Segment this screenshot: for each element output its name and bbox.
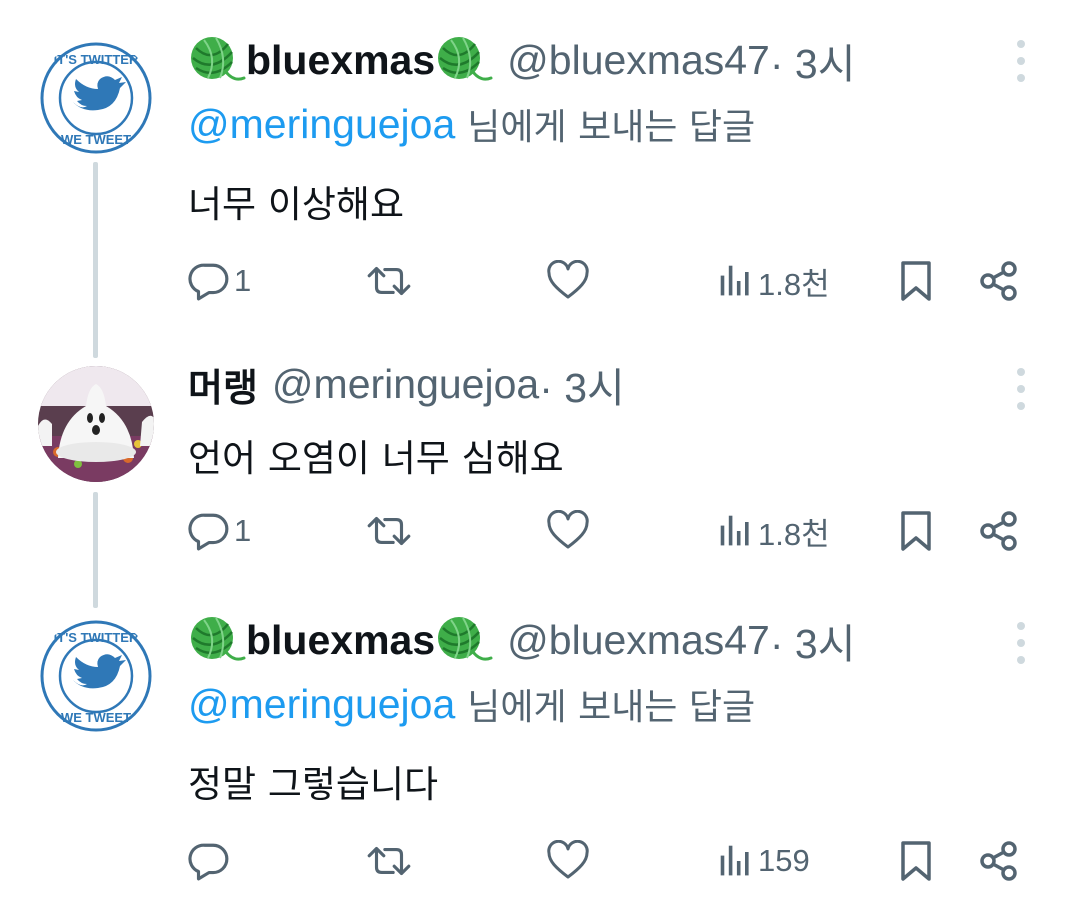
more-options-icon[interactable] (1006, 618, 1036, 668)
avatar[interactable] (38, 366, 154, 482)
yarn-ball-icon (188, 34, 246, 86)
bookmark-icon (899, 509, 933, 553)
tweet-text: 언어 오염이 너무 심해요 (188, 437, 564, 480)
heart-icon (546, 840, 590, 882)
like-button[interactable] (546, 836, 590, 886)
timestamp[interactable]: · 3시 (539, 354, 625, 414)
reply-button[interactable]: 1 (188, 256, 251, 306)
like-button[interactable] (546, 256, 590, 306)
more-options-icon[interactable] (1006, 36, 1036, 86)
avatar[interactable] (38, 40, 154, 156)
action-bar: 1 1.8천 (0, 506, 1080, 556)
retweet-icon (364, 260, 414, 302)
retweet-button[interactable] (364, 836, 414, 886)
ghost-meringue-photo (38, 366, 154, 482)
views-button[interactable]: 1.8천 (718, 506, 830, 556)
retweet-icon (364, 840, 414, 882)
share-button[interactable] (978, 836, 1020, 886)
reply-button[interactable] (188, 836, 234, 886)
user-handle[interactable]: @bluexmas47 (507, 37, 770, 84)
bookmark-icon (899, 259, 933, 303)
share-icon (978, 510, 1020, 552)
tweet[interactable]: bluexmas @bluexmas47 · 3시 @meringuejoa 님… (0, 590, 1080, 906)
replying-to: @meringuejoa 님에게 보내는 답글 (188, 98, 755, 150)
views-chart-icon (718, 843, 754, 879)
reply-icon (188, 510, 230, 552)
retweet-button[interactable] (364, 506, 414, 556)
reply-mention-link[interactable]: @meringuejoa (188, 101, 455, 148)
reply-button[interactable]: 1 (188, 506, 251, 556)
views-chart-icon (718, 263, 754, 299)
reply-mention-link[interactable]: @meringuejoa (188, 681, 455, 728)
timestamp[interactable]: · 3시 (770, 610, 856, 670)
display-name[interactable]: bluexmas (246, 617, 435, 664)
yarn-ball-icon (435, 614, 493, 666)
its-twitter-we-tweet-badge-icon (38, 618, 154, 734)
views-button[interactable]: 159 (718, 836, 810, 886)
bookmark-button[interactable] (899, 256, 933, 306)
bookmark-button[interactable] (899, 506, 933, 556)
view-count: 1.8천 (758, 516, 830, 552)
action-bar: 159 (0, 836, 1080, 886)
its-twitter-we-tweet-badge-icon (38, 40, 154, 156)
tweet-text: 너무 이상해요 (188, 183, 405, 226)
views-chart-icon (718, 513, 754, 549)
tweet-text: 정말 그렇습니다 (188, 763, 439, 806)
reply-count: 1 (234, 263, 252, 298)
retweet-button[interactable] (364, 256, 414, 306)
tweet[interactable]: 머랭 @meringuejoa · 3시 언어 오염이 너무 심해요 1 1.8… (0, 340, 1080, 610)
views-button[interactable]: 1.8천 (718, 256, 830, 306)
heart-icon (546, 510, 590, 552)
action-bar: 1 1.8천 (0, 256, 1080, 306)
reply-icon (188, 840, 230, 882)
bookmark-icon (899, 839, 933, 883)
yarn-ball-icon (435, 34, 493, 86)
bookmark-button[interactable] (899, 836, 933, 886)
reply-icon (188, 260, 230, 302)
timestamp[interactable]: · 3시 (770, 30, 856, 90)
replying-to: @meringuejoa 님에게 보내는 답글 (188, 678, 755, 730)
heart-icon (546, 260, 590, 302)
display-name[interactable]: 머랭 (188, 357, 258, 412)
share-icon (978, 840, 1020, 882)
user-handle[interactable]: @bluexmas47 (507, 617, 770, 664)
reply-to-suffix: 님에게 보내는 답글 (467, 687, 756, 728)
retweet-icon (364, 510, 414, 552)
like-button[interactable] (546, 506, 590, 556)
share-button[interactable] (978, 256, 1020, 306)
more-options-icon[interactable] (1006, 364, 1036, 414)
user-handle[interactable]: @meringuejoa (272, 361, 539, 408)
view-count: 1.8천 (758, 266, 830, 302)
reply-to-suffix: 님에게 보내는 답글 (467, 107, 756, 148)
reply-count: 1 (234, 513, 252, 548)
tweet[interactable]: bluexmas @bluexmas47 · 3시 @meringuejoa 님… (0, 0, 1080, 340)
avatar[interactable] (38, 618, 154, 734)
view-count: 159 (758, 843, 810, 878)
display-name[interactable]: bluexmas (246, 37, 435, 84)
share-button[interactable] (978, 506, 1020, 556)
yarn-ball-icon (188, 614, 246, 666)
share-icon (978, 260, 1020, 302)
